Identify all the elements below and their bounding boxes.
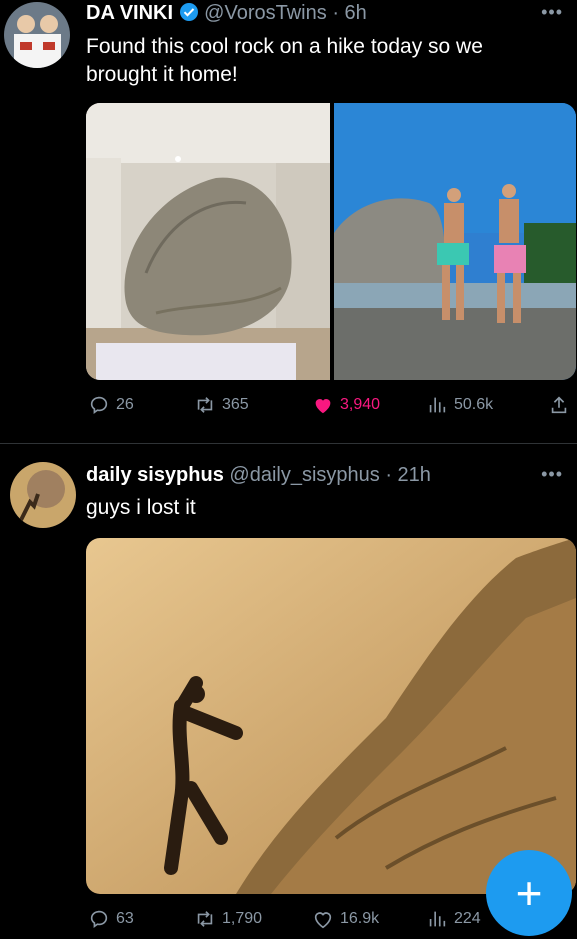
- like-icon: [314, 912, 332, 929]
- avatar-da-vinki[interactable]: [4, 2, 70, 68]
- tweet-1[interactable]: DA VINKI @VorosTwins · 6h ••• Found this…: [0, 0, 577, 440]
- reply-button[interactable]: 26: [88, 394, 134, 416]
- like-count: 3,940: [340, 396, 381, 413]
- tweet-text-line: guys i lost it: [86, 496, 196, 519]
- views-icon: [429, 911, 446, 927]
- like-button[interactable]: 16.9k: [312, 908, 379, 930]
- tweet-time[interactable]: · 6h: [332, 2, 366, 24]
- compose-tweet-button[interactable]: +: [486, 850, 572, 936]
- tweet-image-boulder-room[interactable]: [86, 103, 330, 380]
- tweet-header: DA VINKI @VorosTwins · 6h: [86, 2, 367, 28]
- view-count: 50.6k: [454, 396, 494, 413]
- tweet-image-sisyphus[interactable]: [86, 538, 576, 894]
- more-icon[interactable]: •••: [541, 2, 563, 23]
- views-icon: [429, 397, 446, 413]
- retweet-count: 365: [222, 396, 249, 413]
- retweet-icon: [197, 911, 213, 927]
- retweet-button[interactable]: 1,790: [194, 908, 262, 930]
- avatar-daily-sisyphus[interactable]: [10, 462, 76, 528]
- retweet-icon: [197, 397, 213, 413]
- tweet-image-twins-rock[interactable]: [334, 103, 576, 380]
- reply-icon: [90, 396, 108, 414]
- like-count: 16.9k: [340, 910, 380, 927]
- share-icon: [551, 396, 567, 414]
- like-button[interactable]: 3,940: [312, 394, 380, 416]
- reply-button[interactable]: 63: [88, 908, 134, 930]
- display-name[interactable]: DA VINKI: [86, 2, 173, 24]
- tweet-actions: 26 365 3,940 50.6k: [86, 394, 577, 422]
- tweet-header: daily sisyphus @daily_sisyphus · 21h: [86, 464, 431, 487]
- tweet-2[interactable]: daily sisyphus @daily_sisyphus · 21h •••…: [0, 444, 577, 939]
- like-icon: [315, 399, 331, 414]
- share-button[interactable]: [548, 394, 570, 416]
- reply-icon: [90, 910, 108, 928]
- user-handle[interactable]: @VorosTwins: [204, 2, 327, 24]
- tweet-text: guys i lost it: [86, 494, 196, 522]
- views-button[interactable]: 224: [426, 908, 481, 930]
- display-name[interactable]: daily sisyphus: [86, 464, 224, 486]
- retweet-button[interactable]: 365: [194, 394, 249, 416]
- tweet-text: Found this cool rock on a hike today so …: [86, 33, 483, 89]
- tweet-text-line: brought it home!: [86, 63, 238, 86]
- user-handle[interactable]: @daily_sisyphus: [229, 464, 379, 486]
- retweet-count: 1,790: [222, 910, 263, 927]
- view-count: 224: [454, 910, 481, 927]
- verified-icon: [179, 2, 199, 28]
- compose-plus-icon: +: [515, 867, 543, 919]
- reply-count: 26: [116, 396, 134, 413]
- more-icon[interactable]: •••: [541, 464, 563, 485]
- tweet-time[interactable]: · 21h: [385, 464, 431, 486]
- reply-count: 63: [116, 910, 134, 927]
- tweet-text-line: Found this cool rock on a hike today so …: [86, 35, 483, 58]
- views-button[interactable]: 50.6k: [426, 394, 493, 416]
